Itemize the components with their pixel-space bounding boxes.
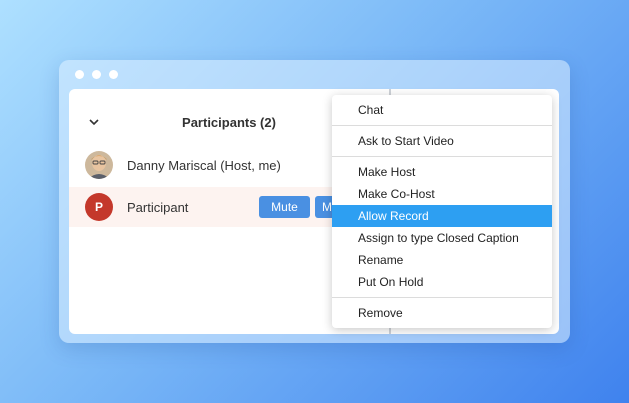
menu-separator (332, 297, 552, 298)
menu-item-rename[interactable]: Rename (332, 249, 552, 271)
participant-context-menu: Chat Ask to Start Video Make Host Make C… (332, 95, 552, 328)
mute-button[interactable]: Mute (259, 196, 310, 218)
window-controls (75, 70, 118, 79)
menu-item-ask-start-video[interactable]: Ask to Start Video (332, 130, 552, 152)
menu-item-put-on-hold[interactable]: Put On Hold (332, 271, 552, 293)
window-maximize-dot[interactable] (109, 70, 118, 79)
avatar: P (85, 193, 113, 221)
avatar (85, 151, 113, 179)
menu-item-make-co-host[interactable]: Make Co-Host (332, 183, 552, 205)
menu-item-allow-record[interactable]: Allow Record (332, 205, 552, 227)
collapse-button[interactable] (87, 115, 101, 129)
menu-item-chat[interactable]: Chat (332, 99, 552, 121)
menu-separator (332, 125, 552, 126)
chevron-down-icon (89, 118, 99, 125)
menu-separator (332, 156, 552, 157)
menu-item-assign-closed-caption[interactable]: Assign to type Closed Caption (332, 227, 552, 249)
menu-item-make-host[interactable]: Make Host (332, 161, 552, 183)
menu-item-remove[interactable]: Remove (332, 302, 552, 324)
participants-title: Participants (2) (182, 115, 276, 130)
participant-name: Participant (127, 199, 189, 215)
user-photo-icon (85, 151, 113, 179)
window-minimize-dot[interactable] (92, 70, 101, 79)
window-close-dot[interactable] (75, 70, 84, 79)
participant-name: Danny Mariscal (Host, me) (127, 157, 281, 173)
